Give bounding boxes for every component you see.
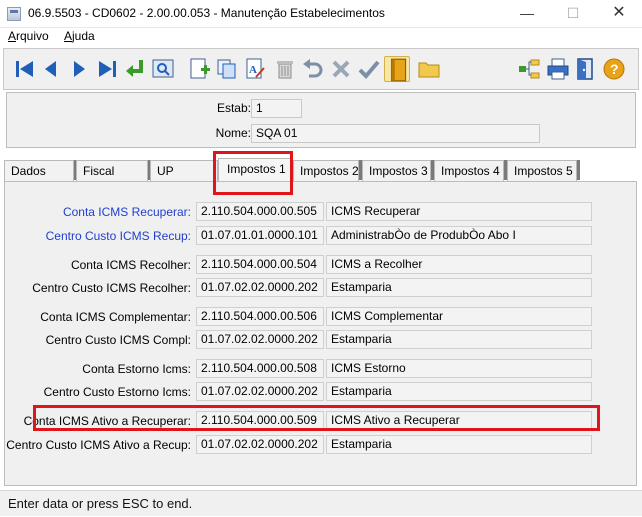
svg-text:?: ? — [610, 61, 619, 77]
maximize-button[interactable]: ☐ — [550, 0, 596, 28]
title-bar: 06.9.5503 - CD0602 - 2.00.00.053 - Manut… — [0, 0, 642, 28]
next-record-icon[interactable] — [66, 56, 92, 82]
conta-icms-complementar-desc: ICMS Complementar — [326, 307, 592, 326]
previous-record-icon[interactable] — [38, 56, 64, 82]
centro-custo-icms-recolher-desc: Estamparia — [326, 278, 592, 297]
centro-custo-icms-ativo-recup-field[interactable]: 01.07.02.02.0000.202 — [196, 435, 324, 454]
tab-impostos-1[interactable]: Impostos 1 — [218, 158, 292, 182]
close-button[interactable]: ✕ — [596, 0, 642, 28]
search-icon[interactable] — [150, 56, 176, 82]
conta-icms-recolher-label: Conta ICMS Recolher: — [70, 258, 191, 272]
centro-custo-icms-ativo-recup-desc: Estamparia — [326, 435, 592, 454]
centro-custo-icms-compl-field[interactable]: 01.07.02.02.0000.202 — [196, 330, 324, 349]
edit-record-icon[interactable]: A — [242, 56, 268, 82]
cancel-icon[interactable] — [328, 56, 354, 82]
centro-custo-icms-compl-desc: Estamparia — [326, 330, 592, 349]
conta-icms-complementar-field[interactable]: 2.110.504.000.00.506 — [196, 307, 324, 326]
conta-icms-recuperar-desc: ICMS Recuperar — [326, 202, 592, 221]
centro-custo-icms-recup-link[interactable]: Centro Custo ICMS Recup: — [46, 229, 191, 243]
goto-record-icon[interactable] — [122, 56, 148, 82]
impostos-1-panel: Conta ICMS Recuperar: 2.110.504.000.00.5… — [4, 181, 637, 486]
tab-up[interactable]: UP — [150, 160, 218, 181]
window-title: 06.9.5503 - CD0602 - 2.00.00.053 - Manut… — [28, 6, 385, 20]
copy-record-icon[interactable] — [214, 56, 240, 82]
conta-icms-ativo-recuperar-field[interactable]: 2.110.504.000.00.509 — [196, 411, 324, 430]
svg-text:A: A — [249, 64, 257, 76]
conta-icms-ativo-recuperar-label: Conta ICMS Ativo a Recuperar: — [23, 414, 191, 428]
estab-field[interactable]: 1 — [251, 99, 302, 118]
folder-icon[interactable] — [416, 56, 442, 82]
undo-icon[interactable] — [300, 56, 326, 82]
notebook-icon[interactable] — [384, 56, 410, 82]
centro-custo-icms-recolher-field[interactable]: 01.07.02.02.0000.202 — [196, 278, 324, 297]
delete-record-icon[interactable] — [272, 56, 298, 82]
status-bar: Enter data or press ESC to end. — [0, 490, 642, 516]
tab-separator — [577, 160, 580, 180]
tab-fiscal[interactable]: Fiscal — [76, 160, 148, 181]
exit-icon[interactable] — [573, 56, 599, 82]
conta-estorno-icms-label: Conta Estorno Icms: — [82, 362, 191, 376]
confirm-icon[interactable] — [356, 56, 382, 82]
conta-icms-recolher-field[interactable]: 2.110.504.000.00.504 — [196, 255, 324, 274]
conta-icms-recuperar-field[interactable]: 2.110.504.000.00.505 — [196, 202, 324, 221]
conta-icms-recuperar-link[interactable]: Conta ICMS Recuperar: — [63, 205, 191, 219]
app-icon — [7, 7, 21, 21]
first-record-icon[interactable] — [12, 56, 38, 82]
last-record-icon[interactable] — [94, 56, 120, 82]
conta-estorno-icms-field[interactable]: 2.110.504.000.00.508 — [196, 359, 324, 378]
header-panel: Estab: 1 Nome: SQA 01 — [6, 92, 636, 148]
tree-icon[interactable] — [516, 56, 542, 82]
estab-label: Estab: — [216, 101, 251, 115]
conta-icms-complementar-label: Conta ICMS Complementar: — [40, 310, 191, 324]
centro-custo-icms-compl-label: Centro Custo ICMS Compl: — [45, 333, 191, 347]
centro-custo-icms-recup-desc: AdministrabÒo de ProdubÒo Abo I — [326, 226, 592, 245]
conta-icms-ativo-recuperar-desc: ICMS Ativo a Recuperar — [326, 411, 592, 430]
centro-custo-icms-recup-field[interactable]: 01.07.01.01.0000.101 — [196, 226, 324, 245]
menu-ajuda[interactable]: Ajuda — [64, 29, 95, 43]
conta-estorno-icms-desc: ICMS Estorno — [326, 359, 592, 378]
menu-arquivo[interactable]: Arquivo — [8, 29, 49, 43]
nome-field[interactable]: SQA 01 — [251, 124, 540, 143]
menu-bar: Arquivo Ajuda — [0, 28, 642, 46]
centro-custo-icms-recolher-label: Centro Custo ICMS Recolher: — [32, 281, 191, 295]
conta-icms-recolher-desc: ICMS a Recolher — [326, 255, 592, 274]
tab-impostos-5[interactable]: Impostos 5 — [507, 160, 577, 181]
centro-custo-estorno-icms-field[interactable]: 01.07.02.02.0000.202 — [196, 382, 324, 401]
new-record-icon[interactable] — [186, 56, 212, 82]
tab-dados[interactable]: Dados — [4, 160, 74, 181]
tab-impostos-4[interactable]: Impostos 4 — [434, 160, 504, 181]
toolbar: A ? — [3, 48, 639, 90]
centro-custo-icms-ativo-recup-label: Centro Custo ICMS Ativo a Recup: — [6, 438, 191, 452]
centro-custo-estorno-icms-label: Centro Custo Estorno Icms: — [43, 385, 191, 399]
help-icon[interactable]: ? — [601, 56, 627, 82]
tab-impostos-3[interactable]: Impostos 3 — [362, 160, 431, 181]
minimize-button[interactable]: — — [504, 0, 550, 28]
tab-impostos-2[interactable]: Impostos 2 — [293, 160, 359, 181]
nome-label: Nome: — [215, 126, 251, 140]
tab-strip: Dados Fiscal UP Impostos 1 Impostos 2 Im… — [4, 158, 638, 182]
centro-custo-estorno-icms-desc: Estamparia — [326, 382, 592, 401]
print-icon[interactable] — [545, 56, 571, 82]
